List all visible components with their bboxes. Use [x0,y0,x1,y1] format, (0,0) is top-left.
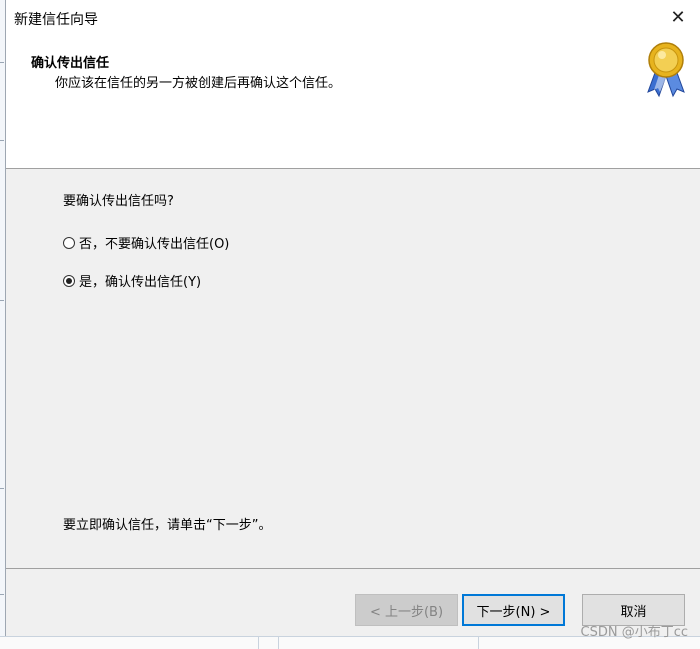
wizard-header: 确认传出信任 你应该在信任的另一方被创建后再确认这个信任。 [6,34,700,169]
wizard-footer: < 上一步(B) 下一步(N) > 取消 CSDN @小布丁cc [6,568,700,640]
radio-option-yes[interactable]: 是，确认传出信任(Y) [63,271,201,290]
radio-option-no[interactable]: 否，不要确认传出信任(O) [63,233,229,252]
radio-button-no[interactable] [63,236,75,249]
question-label: 要确认传出信任吗? [63,194,174,209]
window-title: 新建信任向导 [14,12,98,28]
watermark: CSDN @小布丁cc [580,625,689,640]
next-button[interactable]: 下一步(N) > [462,594,565,626]
close-button[interactable]: ✕ [656,0,700,34]
radio-label-yes: 是，确认传出信任(Y) [79,275,202,290]
award-medal-icon [647,42,685,98]
wizard-content: 要确认传出信任吗? 否，不要确认传出信任(O) 是，确认传出信任(Y) 要立即确… [6,169,700,569]
back-button[interactable]: < 上一步(B) [355,594,458,626]
new-trust-wizard-dialog: 新建信任向导 ✕ 确认传出信任 你应该在信任的另一方被创建后再确认这个信任。 要… [5,0,700,640]
page-subtitle: 你应该在信任的另一方被创建后再确认这个信任。 [55,76,342,91]
radio-label-no: 否，不要确认传出信任(O) [79,237,230,252]
title-bar: 新建信任向导 ✕ [6,0,700,34]
instruction-text: 要立即确认信任，请单击“下一步”。 [63,518,272,533]
page-title: 确认传出信任 [31,56,110,71]
close-icon: ✕ [670,6,686,28]
radio-button-yes[interactable] [63,274,75,287]
